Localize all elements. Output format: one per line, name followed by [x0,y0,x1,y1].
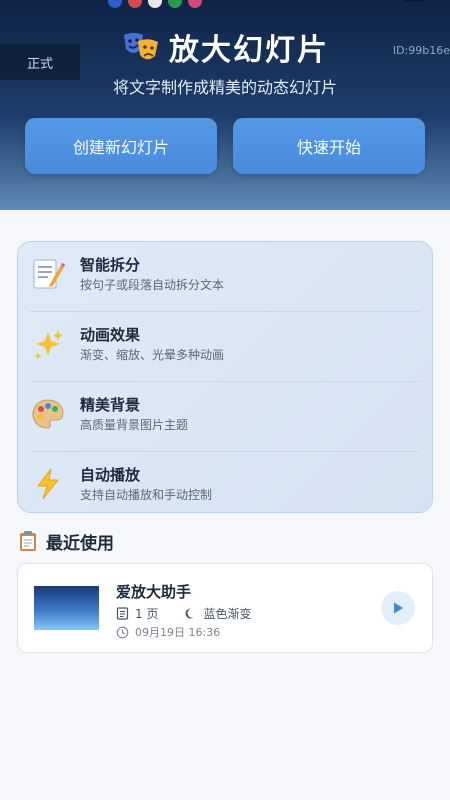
feature-title: 精美背景 [80,396,141,414]
feature-title: 自动播放 [80,466,141,484]
palette-icon [32,399,64,429]
document-icon [116,607,129,620]
recent-header: 最近使用 [18,528,114,554]
title-row: 放大幻灯片 [0,24,450,70]
recent-title: 最近使用 [46,533,114,554]
slideshow-time: 09月19日 16:36 [116,624,220,640]
clipboard-icon [20,531,36,551]
features-panel: 智能拆分 按句子或段落自动拆分文本 动画效果 渐变、缩放、光晕多种动画 精美背景… [17,241,433,513]
feature-item-animation[interactable]: 动画效果 渐变、缩放、光晕多种动画 [18,312,432,382]
slideshow-meta: 1 页 蓝色渐变 [116,605,251,622]
theater-masks-icon [124,33,158,60]
feature-desc: 支持自动播放和手动控制 [80,488,213,502]
feature-desc: 高质量背景图片主题 [80,418,189,432]
feature-desc: 渐变、缩放、光晕多种动画 [80,348,225,362]
lightning-icon [36,468,60,500]
feature-title: 动画效果 [80,326,141,344]
app-subtitle: 将文字制作成精美的动态幻灯片 [112,78,337,97]
quick-start-button[interactable]: 快速开始 [233,118,425,174]
moon-icon [185,608,194,619]
memo-icon [33,259,65,289]
feature-item-autoplay[interactable]: 自动播放 支持自动播放和手动控制 [18,452,432,512]
theme-name: 蓝色渐变 [203,607,252,621]
play-button[interactable] [381,591,415,625]
clock-icon [116,626,129,638]
play-icon [394,602,403,614]
feature-desc: 按句子或段落自动拆分文本 [80,278,225,292]
hero-header: 正式 ID:99b16e 放大幻灯片 将文字制作成精美的动态幻灯片 创建新幻灯片… [0,0,450,210]
sparkles-icon [34,330,63,360]
app-title: 放大幻灯片 [169,33,329,68]
status-dots [108,0,202,8]
slideshow-title: 爱放大助手 [116,583,192,601]
feature-title: 智能拆分 [80,256,141,274]
corner-line [404,0,424,2]
page-count: 1 页 [135,607,159,621]
create-slideshow-button[interactable]: 创建新幻灯片 [25,118,217,174]
feature-item-background[interactable]: 精美背景 高质量背景图片主题 [18,382,432,452]
timestamp: 09月19日 16:36 [135,626,221,639]
recent-slideshow-card[interactable]: 爱放大助手 1 页 蓝色渐变 09月19日 16:36 [17,563,433,653]
feature-item-split[interactable]: 智能拆分 按句子或段落自动拆分文本 [18,242,432,312]
slideshow-thumbnail [34,586,99,630]
